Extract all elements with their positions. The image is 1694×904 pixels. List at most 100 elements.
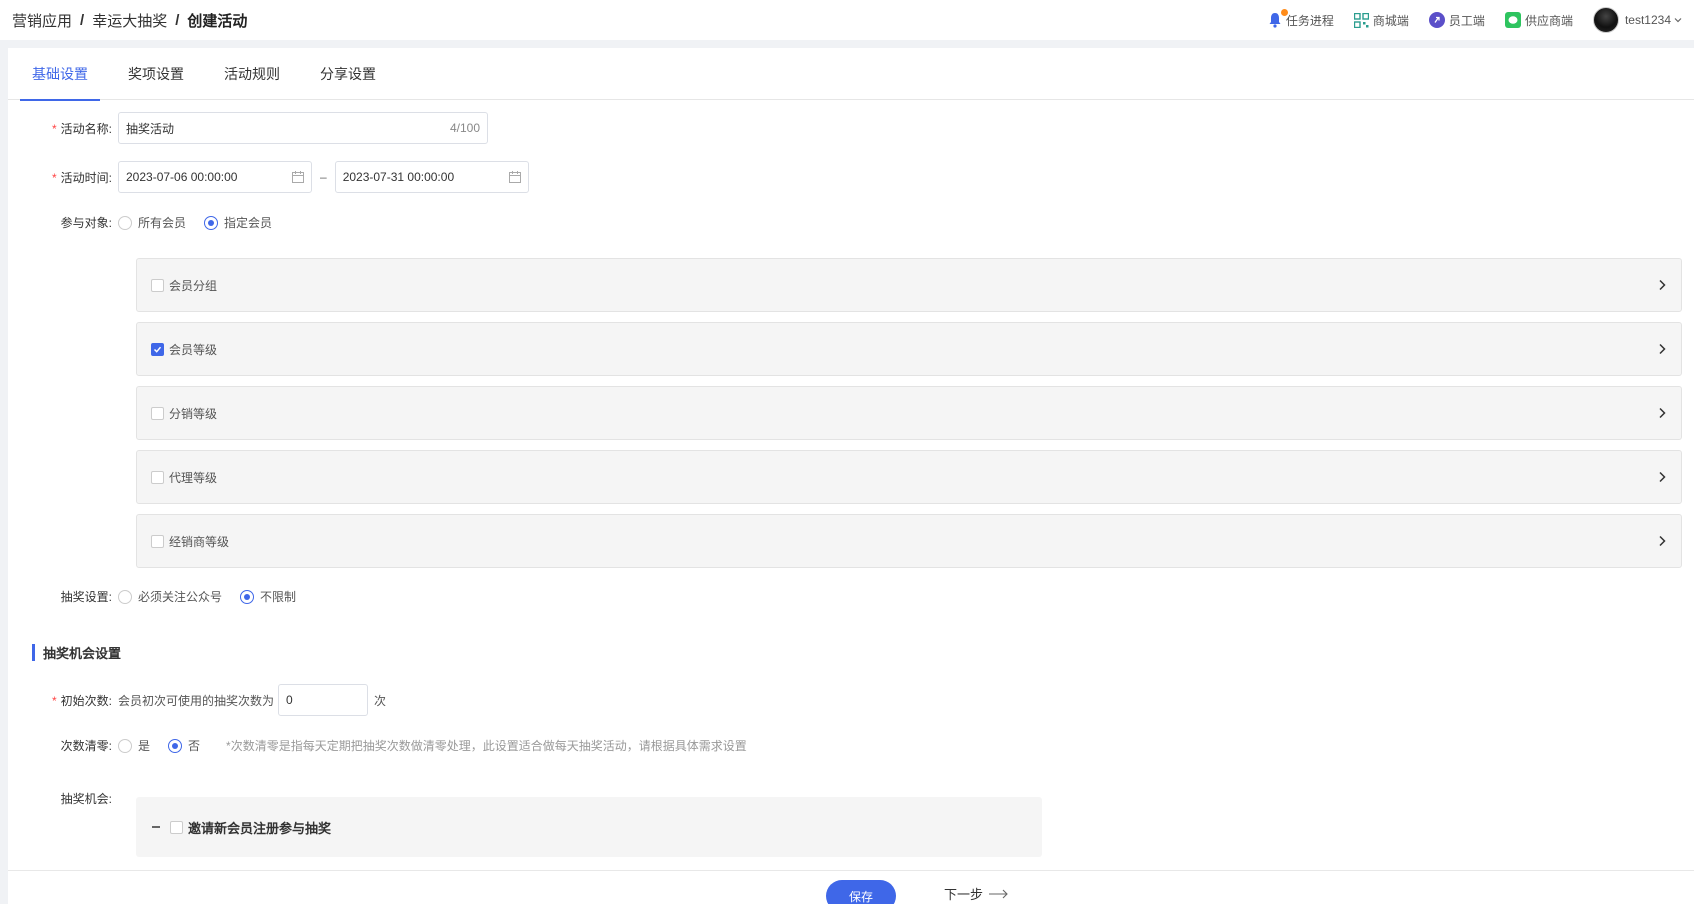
panel-label: 会员分组 (169, 278, 218, 293)
radio-follow-account[interactable]: 必须关注公众号 (118, 588, 222, 605)
radio-specified-members[interactable]: 指定会员 (204, 214, 272, 231)
top-actions: 任务进程 商城端 员工端 供应商端 test1234 (1248, 7, 1686, 33)
tab-bar: 基础设置 奖项设置 活动规则 分享设置 (8, 48, 1694, 101)
required-mark: * (51, 170, 57, 185)
end-date-picker[interactable]: 2023-07-31 00:00:00 (334, 161, 529, 193)
task-progress-link[interactable]: 任务进程 (1268, 9, 1334, 29)
end-date-value: 2023-07-31 00:00:00 (342, 170, 455, 184)
panel-label: 分销等级 (169, 406, 218, 421)
opportunity-label: 抽奖机会: (60, 792, 112, 806)
participants-label: 参与对象: (60, 216, 112, 230)
invite-register-label: 邀请新会员注册参与抽奖 (188, 820, 332, 836)
collapse-icon[interactable] (152, 826, 160, 828)
radio-circle (168, 738, 183, 753)
participants-row: 参与对象: 所有会员 指定会员 (8, 214, 290, 231)
calendar-icon (508, 171, 521, 183)
char-count: 4/100 (449, 121, 480, 135)
radio-circle (118, 738, 132, 753)
chevron-right-icon (1657, 343, 1667, 355)
required-mark: * (51, 121, 57, 136)
radio-reset-yes[interactable]: 是 (118, 737, 150, 754)
radio-all-members[interactable]: 所有会员 (118, 214, 186, 231)
panel-distribution-level[interactable]: 分销等级 (136, 386, 1682, 440)
bell-icon (1268, 9, 1288, 28)
panel-member-group[interactable]: 会员分组 (136, 258, 1682, 312)
main-card: 基础设置 奖项设置 活动规则 分享设置 * 活动名称: 抽奖活动 4/100 * 活… (8, 48, 1694, 898)
initial-count-input[interactable]: 0 (278, 684, 369, 716)
agent-level-checkbox[interactable] (151, 470, 164, 484)
radio-reset-no[interactable]: 否 (168, 737, 200, 754)
chevron-down-icon (1674, 18, 1682, 23)
panel-label: 代理等级 (169, 470, 218, 485)
reset-count-row: 次数清零: 是 否 *次数清零是指每天定期把抽奖次数做清零处理，此设置适合做每天… (8, 737, 747, 754)
check-icon (153, 346, 162, 353)
initial-count-value: 0 (286, 693, 293, 707)
arrow-right-icon (989, 889, 1008, 898)
supplier-label: 供应商端 (1524, 13, 1573, 28)
task-progress-label: 任务进程 (1285, 13, 1334, 28)
user-menu[interactable]: test1234 (1592, 7, 1686, 33)
activity-name-label: * 活动名称: (51, 121, 112, 136)
dealer-level-checkbox[interactable] (151, 534, 164, 548)
chevron-right-icon (1657, 279, 1667, 291)
initial-count-label: * 初始次数: (51, 693, 112, 708)
radio-circle (118, 215, 132, 230)
supplier-link[interactable]: 供应商端 (1504, 12, 1573, 29)
top-bar: 营销应用 / 幸运大抽奖 / 创建活动 任务进程 商城端 员工端 供应商端 te… (0, 0, 1694, 40)
initial-count-row: * 初始次数: 会员初次可使用的抽奖次数为 0 次 (8, 684, 386, 716)
start-date-value: 2023-07-06 00:00:00 (126, 170, 238, 184)
invite-register-checkbox[interactable] (170, 820, 183, 834)
tab-prize-settings[interactable]: 奖项设置 (116, 48, 196, 100)
section-accent-bar (32, 644, 35, 661)
calendar-icon (292, 171, 304, 183)
member-group-checkbox[interactable] (151, 278, 164, 292)
breadcrumb-item-marketing[interactable]: 营销应用 (12, 10, 72, 31)
reset-hint: *次数清零是指每天定期把抽奖次数做清零处理，此设置适合做每天抽奖活动，请根据具体… (226, 739, 747, 753)
mall-link[interactable]: 商城端 (1353, 12, 1409, 29)
activity-name-row: * 活动名称: 抽奖活动 4/100 (8, 112, 488, 144)
date-range-separator: – (320, 170, 327, 184)
opportunity-row: 抽奖机会: (8, 790, 118, 807)
start-date-picker[interactable]: 2023-07-06 00:00:00 (118, 161, 312, 193)
required-mark: * (51, 693, 57, 708)
breadcrumb-item-lottery[interactable]: 幸运大抽奖 (92, 10, 167, 31)
save-button[interactable]: 保存 (826, 880, 896, 904)
panel-label: 会员等级 (169, 342, 218, 357)
activity-time-row: * 活动时间: 2023-07-06 00:00:00 – 2023-07-31 … (8, 161, 529, 193)
draw-setting-label: 抽奖设置: (60, 590, 112, 604)
opportunity-box: 邀请新会员注册参与抽奖 (136, 797, 1042, 857)
radio-circle (240, 589, 255, 604)
panel-agent-level[interactable]: 代理等级 (136, 450, 1682, 504)
tab-activity-rules[interactable]: 活动规则 (212, 48, 292, 100)
member-level-checkbox[interactable] (151, 342, 164, 356)
activity-time-label: * 活动时间: (51, 170, 112, 185)
activity-name-value: 抽奖活动 (126, 121, 175, 136)
panel-dealer-level[interactable]: 经销商等级 (136, 514, 1682, 568)
radio-circle (204, 215, 219, 230)
notification-dot (1280, 9, 1288, 16)
breadcrumb-separator: / (80, 11, 85, 29)
avatar (1592, 7, 1619, 33)
breadcrumb: 营销应用 / 幸运大抽奖 / 创建活动 (12, 10, 247, 31)
qr-code-icon (1353, 12, 1369, 28)
chevron-right-icon (1657, 407, 1667, 419)
panel-member-level[interactable]: 会员等级 (136, 322, 1682, 376)
radio-circle (118, 589, 132, 604)
chevron-right-icon (1657, 471, 1667, 483)
next-step-label: 下一步 (944, 887, 984, 902)
chevron-right-icon (1657, 535, 1667, 547)
tab-share-settings[interactable]: 分享设置 (308, 48, 388, 100)
activity-name-input[interactable]: 抽奖活动 4/100 (118, 112, 488, 144)
mall-label: 商城端 (1372, 13, 1409, 28)
staff-link[interactable]: 员工端 (1428, 12, 1485, 29)
distribution-level-checkbox[interactable] (151, 406, 164, 420)
breadcrumb-item-current: 创建活动 (187, 12, 248, 30)
next-step-button[interactable]: 下一步 (944, 884, 1009, 903)
radio-no-limit[interactable]: 不限制 (240, 588, 296, 605)
tab-basic-settings[interactable]: 基础设置 (20, 48, 100, 101)
initial-count-unit: 次 (374, 693, 387, 708)
staff-label: 员工端 (1448, 13, 1485, 28)
username: test1234 (1624, 13, 1671, 27)
wechat-icon (1504, 12, 1521, 28)
breadcrumb-separator: / (175, 11, 180, 29)
